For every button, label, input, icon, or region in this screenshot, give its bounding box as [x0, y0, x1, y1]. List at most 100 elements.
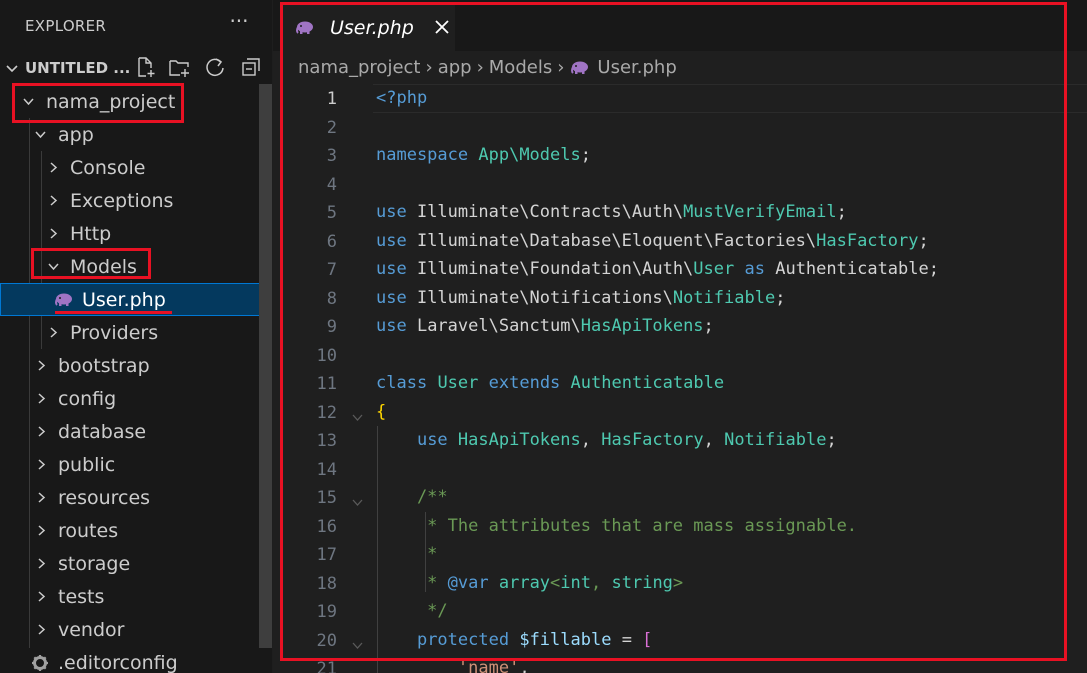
highlight-underline-user-php [55, 311, 172, 314]
chevron-right-icon [38, 360, 46, 371]
code-line[interactable]: 5 use Illuminate\Contracts\Auth\MustVerif… [273, 198, 1087, 227]
code-token: HasFactory [601, 430, 704, 450]
tree-folder-tests[interactable]: tests [0, 580, 260, 613]
close-icon[interactable] [433, 18, 451, 36]
php-elephant-icon [55, 293, 72, 306]
tree-file-editorconfig[interactable]: .editorconfig [0, 646, 260, 673]
tree-folder-public[interactable]: public [0, 448, 260, 481]
chevron-right-icon [38, 426, 46, 437]
code-line[interactable]: 21 'name', [273, 654, 1087, 673]
code-text: class User extends Authenticatable [376, 373, 724, 393]
code-text: */ [376, 601, 447, 621]
tree-folder-vendor[interactable]: vendor [0, 613, 260, 646]
tree-folder-storage[interactable]: storage [0, 547, 260, 580]
code-text: use HasApiTokens, HasFactory, Notifiable… [376, 430, 837, 450]
tree-folder-app[interactable]: app [0, 118, 260, 151]
code-token: use [376, 287, 407, 308]
tree-folder-resources[interactable]: resources [0, 481, 260, 514]
breadcrumb-item[interactable]: Models [489, 57, 552, 78]
collapse-all-icon[interactable] [240, 56, 262, 78]
line-number: 12 [316, 402, 337, 423]
code-token: ; [918, 230, 929, 251]
breadcrumb-item[interactable]: app [438, 57, 472, 78]
sidebar-scrollbar[interactable] [259, 84, 272, 648]
php-elephant-icon [296, 21, 313, 34]
code-line[interactable]: 3 namespace App\Models; [273, 141, 1087, 170]
code-line[interactable]: 19 */ [273, 597, 1087, 626]
tree-folder-nama-project[interactable]: nama_project [0, 85, 260, 118]
breadcrumb-item[interactable]: User.php [597, 57, 676, 78]
code-token: string [611, 572, 673, 593]
code-text: { [376, 402, 386, 422]
code-line[interactable]: 12 { [273, 398, 1087, 427]
code-line[interactable]: 8 use Illuminate\Notifications\Notifiable… [273, 284, 1087, 313]
ellipsis-icon[interactable]: ··· [226, 11, 252, 37]
code-text: use Illuminate\Contracts\Auth\MustVerify… [376, 202, 847, 222]
code-line[interactable]: 17 * [273, 540, 1087, 569]
breadcrumb-item[interactable]: nama_project [298, 57, 420, 78]
code-line[interactable]: 18 * @var array<int, string> [273, 569, 1087, 598]
code-token: * [376, 544, 438, 564]
line-number: 15 [316, 488, 337, 508]
refresh-icon[interactable] [204, 56, 226, 78]
code-line[interactable]: 1 <?php [273, 84, 1087, 113]
code-line[interactable]: 4 [273, 170, 1087, 199]
code-line[interactable]: 11 class User extends Authenticatable [273, 369, 1087, 398]
code-line[interactable]: 6 use Illuminate\Database\Eloquent\Factor… [273, 227, 1087, 256]
tree-folder-providers[interactable]: Providers [0, 316, 260, 349]
tree-folder-config[interactable]: config [0, 382, 260, 415]
code-line[interactable]: 7 use Illuminate\Foundation\Auth\User as … [273, 255, 1087, 284]
code-token: int [560, 572, 592, 593]
new-file-icon[interactable] [134, 56, 156, 78]
code-token: , [591, 572, 612, 593]
code-line[interactable]: 20 protected $fillable = [ [273, 626, 1087, 655]
tree-folder-routes[interactable]: routes [0, 514, 260, 547]
code-token: ; [703, 316, 714, 336]
chevron-right-icon [50, 195, 58, 206]
code-line[interactable]: 14 [273, 455, 1087, 484]
tree-folder-http[interactable]: Http [0, 217, 260, 250]
line-number: 14 [316, 459, 337, 480]
code-line[interactable]: 16 * The attributes that are mass assign… [273, 512, 1087, 541]
code-line[interactable]: 2 [273, 113, 1087, 142]
code-token: <?php [376, 88, 428, 108]
chevron-down-icon [6, 65, 18, 73]
line-number: 6 [326, 231, 337, 252]
code-line[interactable]: 15 /** [273, 483, 1087, 512]
tab-label: User.php [330, 17, 414, 39]
new-folder-icon[interactable] [168, 56, 190, 78]
tree-label: tests [58, 586, 105, 608]
line-number: 20 [316, 630, 337, 651]
code-line[interactable]: 9 use Laravel\Sanctum\HasApiTokens; [273, 312, 1087, 341]
code-token: , [519, 658, 530, 673]
code-token: * The attributes that are mass assignabl… [376, 515, 858, 536]
code-token: extends [488, 373, 561, 393]
tree-folder-models[interactable]: Models [0, 250, 260, 283]
chevron-right-icon [38, 393, 46, 404]
code-text: protected $fillable = [ [376, 630, 652, 650]
tree-folder-database[interactable]: database [0, 415, 260, 448]
tree-folder-bootstrap[interactable]: bootstrap [0, 349, 260, 382]
chevron-down-icon [48, 263, 59, 271]
code-line[interactable]: 10 [273, 341, 1087, 370]
code-token: > [672, 572, 684, 593]
tree-folder-console[interactable]: Console [0, 151, 260, 184]
code-token: protected [416, 629, 510, 650]
code-token: 'name' [457, 658, 520, 673]
code-token: App\Models [478, 145, 581, 165]
tree-label: .editorconfig [58, 652, 178, 673]
chevron-right-icon [38, 591, 46, 602]
code-token: { [376, 401, 387, 422]
code-text: * @var array<int, string> [376, 573, 683, 593]
tree-folder-exceptions[interactable]: Exceptions [0, 184, 260, 217]
tree-label: Http [70, 223, 112, 245]
code-line[interactable]: 13 use HasApiTokens, HasFactory, Notifia… [273, 426, 1087, 455]
tab-user-php[interactable]: User.php [283, 4, 455, 51]
code-token: Illuminate\Contracts\Auth\ [406, 202, 684, 222]
code-editor[interactable]: 1 <?php 2 3 namespace App\Models; 4 5 use Illum… [273, 84, 1087, 673]
chevron-right-icon [50, 327, 58, 338]
line-number: 9 [326, 317, 337, 337]
